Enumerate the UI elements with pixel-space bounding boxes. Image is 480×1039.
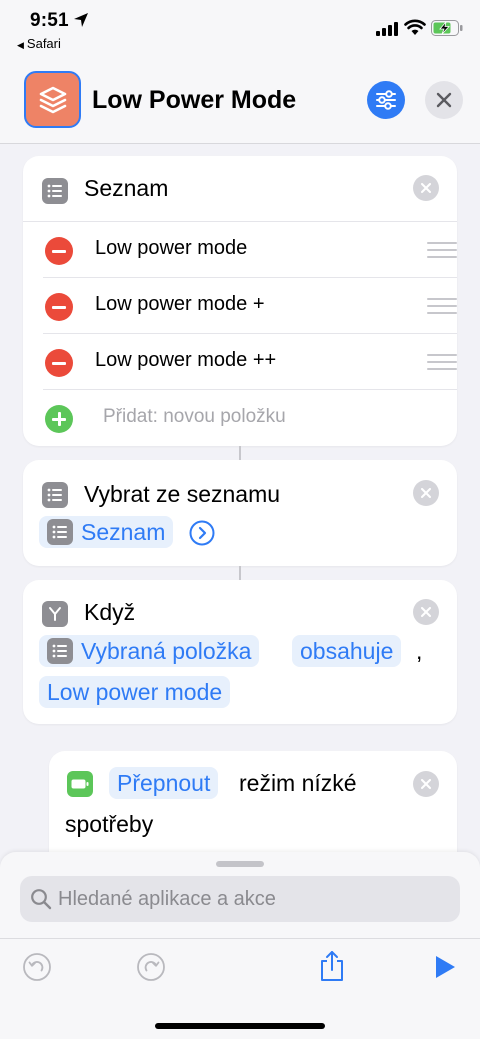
variable-label: Vybraná položka <box>81 637 252 664</box>
battery-charging-icon <box>431 20 463 36</box>
list-item[interactable]: Low power mode <box>43 222 457 278</box>
condition-label: obsahuje <box>300 637 394 664</box>
list-item-label[interactable]: Low power mode + <box>95 293 265 316</box>
play-icon[interactable] <box>432 954 458 980</box>
back-triangle-icon: ◀ <box>17 40 24 50</box>
choose-from-list-card[interactable]: Vybrat ze seznamu Seznam <box>23 460 457 566</box>
list-item-label[interactable]: Low power mode <box>95 237 247 260</box>
variable-chip[interactable]: Seznam <box>39 516 174 548</box>
delete-item-icon[interactable] <box>45 237 73 265</box>
drag-handle-icon[interactable] <box>427 354 457 370</box>
add-item-row[interactable]: Přidat: novou položku <box>43 390 457 446</box>
search-field[interactable] <box>20 876 460 922</box>
list-icon <box>47 638 73 664</box>
undo-icon[interactable] <box>22 952 52 982</box>
wifi-icon <box>404 19 426 35</box>
shortcut-layers-icon[interactable] <box>24 71 81 128</box>
add-item-placeholder[interactable]: Přidat: novou položku <box>103 406 286 428</box>
list-action-title: Seznam <box>84 175 169 201</box>
comma-text: , <box>416 638 423 664</box>
sliders-icon[interactable] <box>367 81 405 119</box>
back-to-app-button[interactable]: ◀ Safari <box>17 36 61 51</box>
remove-action-icon[interactable] <box>413 599 439 625</box>
add-item-icon[interactable] <box>45 405 73 433</box>
cellular-signal-icon <box>376 22 398 36</box>
toggle-low-power-card[interactable]: Přepnout režim nízké spotřeby <box>49 751 457 852</box>
list-item-label[interactable]: Low power mode ++ <box>95 349 276 372</box>
share-icon[interactable] <box>317 949 347 983</box>
home-indicator <box>155 1023 325 1029</box>
remove-action-icon[interactable] <box>413 175 439 201</box>
list-action-card[interactable]: Seznam Low power mode Low power mode + L… <box>23 156 457 446</box>
location-arrow-icon <box>74 13 88 27</box>
close-icon[interactable] <box>425 81 463 119</box>
redo-icon[interactable] <box>136 952 166 982</box>
list-icon <box>42 482 68 508</box>
remove-action-icon[interactable] <box>413 771 439 797</box>
variable-label: Seznam <box>81 518 166 545</box>
list-item[interactable]: Low power mode ++ <box>43 334 457 390</box>
search-input[interactable] <box>58 876 448 922</box>
chevron-right-circle-icon[interactable] <box>189 520 215 546</box>
toggle-text-line2: spotřeby <box>65 811 154 837</box>
flow-connector <box>239 566 241 580</box>
shortcut-header: Low Power Mode <box>0 56 480 144</box>
choose-action-title: Vybrat ze seznamu <box>84 481 281 507</box>
toggle-text-line1: režim nízké <box>239 770 357 796</box>
status-bar: 9:51 ◀ Safari <box>0 0 480 56</box>
toolbar-divider <box>0 938 480 939</box>
search-icon <box>31 889 52 910</box>
drag-handle-icon[interactable] <box>427 298 457 314</box>
if-action-title: Když <box>84 599 136 625</box>
sheet-grabber[interactable] <box>216 861 264 867</box>
clock: 9:51 <box>30 10 69 31</box>
list-icon <box>42 178 68 204</box>
if-action-card[interactable]: Když Vybraná položka obsahuje , Low powe… <box>23 580 457 724</box>
branch-icon <box>42 601 68 627</box>
drag-handle-icon[interactable] <box>427 242 457 258</box>
battery-icon <box>67 771 93 797</box>
page-title: Low Power Mode <box>92 86 297 114</box>
remove-action-icon[interactable] <box>413 480 439 506</box>
action-search-sheet <box>0 852 480 1039</box>
list-icon <box>47 519 73 545</box>
delete-item-icon[interactable] <box>45 293 73 321</box>
toggle-label: Přepnout <box>117 769 211 796</box>
toggle-chip[interactable]: Přepnout <box>109 767 219 799</box>
delete-item-icon[interactable] <box>45 349 73 377</box>
value-chip[interactable]: Low power mode <box>39 676 231 708</box>
condition-chip[interactable]: obsahuje <box>292 635 402 667</box>
list-item[interactable]: Low power mode + <box>43 278 457 334</box>
flow-connector <box>239 446 241 460</box>
back-app-label: Safari <box>26 36 61 51</box>
value-label: Low power mode <box>47 678 223 705</box>
variable-chip[interactable]: Vybraná položka <box>39 635 260 667</box>
